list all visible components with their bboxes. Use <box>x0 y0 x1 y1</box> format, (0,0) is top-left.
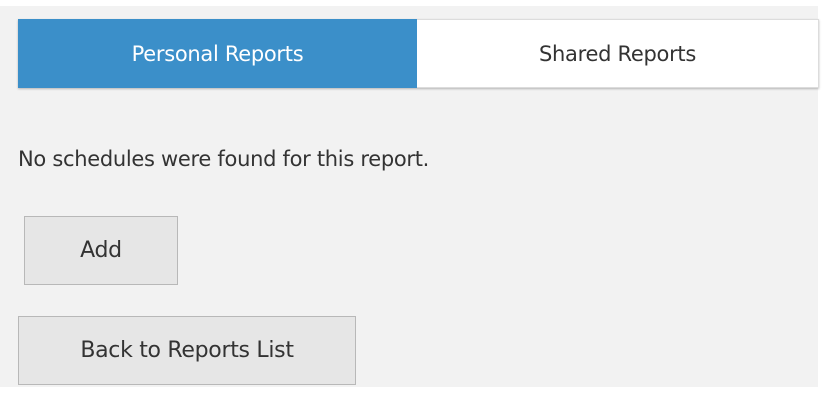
tab-personal-reports-label: Personal Reports <box>131 41 304 66</box>
tab-shared-reports[interactable]: Shared Reports <box>417 19 819 88</box>
reports-panel: Personal Reports Shared Reports No sched… <box>0 6 819 387</box>
tab-personal-reports[interactable]: Personal Reports <box>18 19 417 88</box>
back-to-reports-list-button[interactable]: Back to Reports List <box>18 316 356 385</box>
report-tabs: Personal Reports Shared Reports <box>18 19 819 88</box>
no-schedules-message: No schedules were found for this report. <box>18 147 430 171</box>
tab-shared-reports-label: Shared Reports <box>539 41 696 66</box>
add-button[interactable]: Add <box>24 216 178 285</box>
